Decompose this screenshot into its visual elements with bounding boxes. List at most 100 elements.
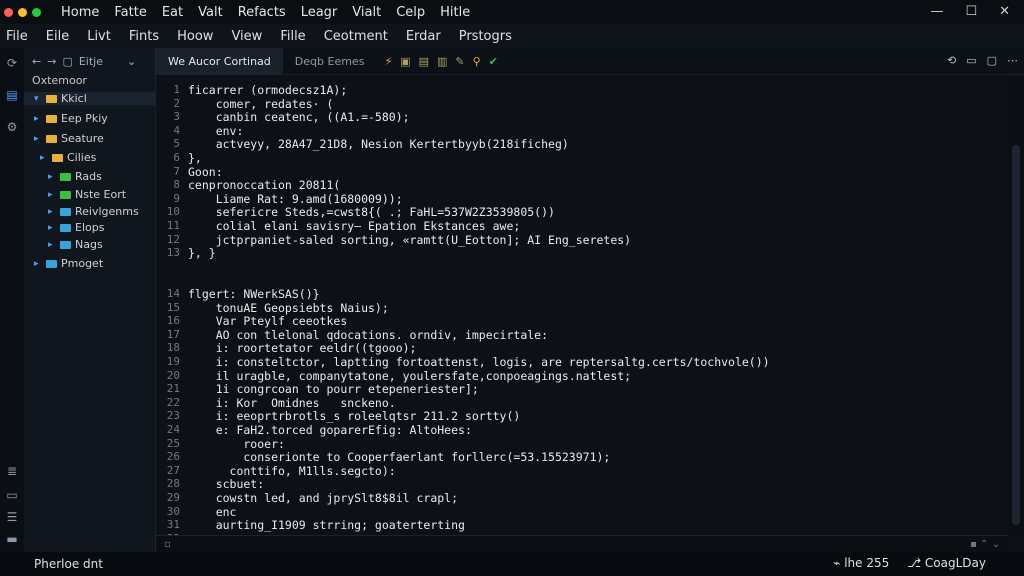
code-line[interactable]: }, } bbox=[188, 246, 216, 260]
explorer-icon[interactable]: ⟳ bbox=[5, 56, 19, 70]
git-icon[interactable]: ⚲ bbox=[473, 55, 481, 68]
forward-icon[interactable]: → bbox=[47, 55, 56, 68]
tree-item[interactable]: ▸ Eep Pkiy bbox=[34, 112, 108, 125]
split-editor-icon[interactable]: ▭ bbox=[966, 54, 976, 67]
chevron-right-icon[interactable]: ▸ bbox=[48, 190, 56, 200]
chevron-right-icon[interactable]: ▸ bbox=[48, 172, 56, 182]
bolt-icon[interactable]: ⚡ bbox=[384, 55, 392, 68]
close-dot[interactable] bbox=[4, 7, 13, 17]
tab-inactive[interactable]: Deqb Eemes bbox=[283, 48, 377, 74]
status-left-text[interactable]: Pherloe dnt bbox=[34, 557, 103, 571]
chevron-right-icon[interactable]: ▸ bbox=[48, 223, 56, 233]
branch-indicator[interactable]: ⎇ CoagLDay bbox=[907, 556, 986, 570]
maximize-dot[interactable] bbox=[32, 7, 41, 17]
pin-icon[interactable]: ✎ bbox=[455, 55, 464, 68]
menu-item[interactable]: Fille bbox=[280, 29, 305, 44]
code-editor[interactable]: 1 ficarrer (ormodecsz1A); 2 comer, redates… bbox=[156, 75, 1008, 558]
more-icon[interactable]: ⋯ bbox=[1007, 54, 1018, 67]
tree-item[interactable]: ▸ Nste Eort bbox=[48, 188, 126, 201]
tree-item[interactable]: ▸ Rads bbox=[48, 170, 102, 183]
chevron-right-icon[interactable]: ▸ bbox=[40, 153, 48, 163]
tree-item[interactable]: ▸ Seature bbox=[34, 132, 104, 145]
code-line[interactable]: enc bbox=[188, 505, 237, 519]
code-line[interactable]: i: Kor Omidnes snckeno. bbox=[188, 396, 396, 410]
code-line[interactable]: canbin ceatenc, ((A1.=-580); bbox=[188, 110, 410, 124]
menu-item[interactable]: Eile bbox=[46, 29, 69, 44]
scroll-left-icon[interactable]: ▫ bbox=[164, 539, 171, 550]
cursor-position[interactable]: ⌁ lhe 255 bbox=[833, 556, 889, 570]
scroll-thumb[interactable] bbox=[1012, 145, 1020, 525]
new-file-icon[interactable]: ▢ bbox=[62, 55, 72, 68]
code-line[interactable]: jctprpaniet-saled sorting, «ramtt(U_Eott… bbox=[188, 233, 631, 247]
close-icon[interactable]: ✕ bbox=[999, 4, 1010, 19]
title-menu-item[interactable]: Hitle bbox=[440, 5, 470, 20]
code-line[interactable]: conttifo, M1lls.segcto): bbox=[188, 464, 396, 478]
code-line[interactable]: aurting_I1909 strring; goaterterting bbox=[188, 518, 465, 532]
title-menu-item[interactable]: Home bbox=[61, 5, 99, 20]
minimize-dot[interactable] bbox=[18, 7, 27, 17]
scroll-right-icons[interactable]: ▪ ⌃ ⌄ bbox=[970, 539, 1000, 550]
chevron-down-icon[interactable]: ⌄ bbox=[127, 55, 136, 68]
code-line[interactable]: il uragble, companytatone, youlersfate,c… bbox=[188, 369, 631, 383]
code-line[interactable]: sefericre Steds,=cwst8{( .; FaHL=537W2Z3… bbox=[188, 205, 555, 219]
code-line[interactable]: }, bbox=[188, 151, 202, 165]
vertical-scrollbar[interactable] bbox=[1008, 75, 1024, 535]
code-line[interactable]: i: consteltctor, laptting fortoattenst, … bbox=[188, 355, 770, 369]
code-line[interactable]: flgert: NWerkSAS()} bbox=[188, 287, 320, 301]
chat-icon[interactable]: ▭ bbox=[5, 488, 19, 502]
code-line[interactable]: colial elani savisry— Epation Ekstances … bbox=[188, 219, 521, 233]
tree-item[interactable]: ▸ Cilies bbox=[40, 151, 96, 164]
list-icon[interactable]: ☰ bbox=[5, 510, 19, 524]
back-icon[interactable]: ← bbox=[32, 55, 41, 68]
tree-item[interactable]: ▸ Reivlgenms bbox=[48, 205, 139, 218]
code-line[interactable]: scbuet: bbox=[188, 477, 264, 491]
menu-item[interactable]: Hoow bbox=[177, 29, 213, 44]
tab-active[interactable]: We Aucor Cortinad bbox=[156, 48, 283, 74]
files-icon[interactable]: ▤ bbox=[5, 88, 19, 102]
title-menu-item[interactable]: Celp bbox=[396, 5, 425, 20]
minimize-icon[interactable]: — bbox=[930, 4, 943, 19]
tree-item[interactable]: ▸ Elops bbox=[48, 221, 104, 234]
chevron-right-icon[interactable]: ▸ bbox=[34, 259, 42, 269]
code-line[interactable]: Liame Rat: 9.amd(1680009)); bbox=[188, 192, 403, 206]
menu-item[interactable]: Erdar bbox=[406, 29, 441, 44]
menu-item[interactable]: Ceotment bbox=[324, 29, 388, 44]
code-line[interactable]: Goon: bbox=[188, 165, 223, 179]
copy-icon[interactable]: ▤ bbox=[419, 55, 429, 68]
code-line[interactable]: i: roortetator eeldr((tgooo); bbox=[188, 341, 417, 355]
code-line[interactable]: AO con tlelonal qdocations. orndiv, impe… bbox=[188, 328, 548, 342]
horizontal-scrollbar[interactable]: ▫ ▪ ⌃ ⌄ bbox=[156, 535, 1008, 552]
code-line[interactable]: cowstn led, and jprySlt8$8il crapl; bbox=[188, 491, 458, 505]
chevron-down-icon[interactable]: ▾ bbox=[34, 94, 42, 104]
menu-item[interactable]: File bbox=[6, 29, 28, 44]
chevron-right-icon[interactable]: ▸ bbox=[48, 240, 56, 250]
code-line[interactable]: e: FaH2.torced goparerEfig: AltoHees: bbox=[188, 423, 472, 437]
menu-item[interactable]: Livt bbox=[87, 29, 111, 44]
code-line[interactable]: ficarrer (ormodecsz1A); bbox=[188, 83, 347, 97]
menu-item[interactable]: View bbox=[231, 29, 262, 44]
menu-item[interactable]: Fints bbox=[129, 29, 159, 44]
tree-item[interactable]: ▾ Kkicl bbox=[24, 92, 165, 105]
account-icon[interactable]: ▬ bbox=[5, 532, 19, 546]
title-menu-item[interactable]: Eat bbox=[162, 5, 183, 20]
code-line[interactable]: Var Pteylf ceeotkes bbox=[188, 314, 348, 328]
tree-item[interactable]: ▸ Nags bbox=[48, 238, 103, 251]
code-line[interactable]: cenpronoccation 20811( bbox=[188, 178, 340, 192]
maximize-icon[interactable]: ☐ bbox=[965, 4, 977, 19]
code-line[interactable]: tonuAE Geopsiebts Naius); bbox=[188, 301, 389, 315]
code-line[interactable]: comer, redates· ( bbox=[188, 97, 334, 111]
code-line[interactable]: actveyy, 28A47_21D8, Nesion Kertertbyyb(… bbox=[188, 137, 569, 151]
debug-icon[interactable]: ⚙ bbox=[5, 120, 19, 134]
chevron-right-icon[interactable]: ▸ bbox=[34, 114, 42, 124]
code-line[interactable]: i: eeoprtrbrotls_s roleelqtsr 211.2 sort… bbox=[188, 409, 521, 423]
tree-item[interactable]: ▸ Pmoget bbox=[34, 257, 103, 270]
title-menu-item[interactable]: Refacts bbox=[238, 5, 286, 20]
title-menu-item[interactable]: Fatte bbox=[114, 5, 146, 20]
check-icon[interactable]: ✔ bbox=[489, 55, 498, 68]
code-line[interactable]: 1i congrcoan to pourr etepeneriester]; bbox=[188, 382, 479, 396]
layout-icon[interactable]: ▢ bbox=[987, 54, 997, 67]
title-menu-item[interactable]: Vialt bbox=[352, 5, 381, 20]
split-icon[interactable]: ▥ bbox=[437, 55, 447, 68]
save-icon[interactable]: ▣ bbox=[400, 55, 410, 68]
sync-icon[interactable]: ⟲ bbox=[947, 54, 956, 67]
